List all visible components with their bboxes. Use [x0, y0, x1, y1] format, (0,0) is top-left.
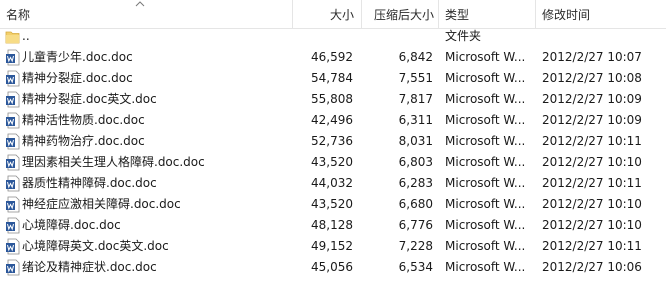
word-document-icon: [6, 49, 20, 66]
file-type: Microsoft W...: [445, 50, 526, 64]
file-type: Microsoft W...: [445, 155, 526, 169]
file-name: 心境障碍英文.doc英文.doc: [22, 239, 169, 253]
file-row[interactable]: 精神活性物质.doc.doc 42,496 6,311 Microsoft W... 2…: [0, 110, 666, 131]
column-header-compressed[interactable]: 压缩后大小: [363, 0, 434, 28]
file-modified: 2012/2/27 10:11: [542, 176, 642, 190]
word-document-icon: [6, 91, 20, 108]
file-type: Microsoft W...: [445, 134, 526, 148]
file-modified: 2012/2/27 10:09: [542, 92, 642, 106]
file-size: 55,808: [311, 92, 353, 106]
file-size: 45,056: [311, 260, 353, 274]
file-compressed-size: 7,228: [398, 239, 433, 253]
word-document-icon: [6, 217, 20, 234]
file-name: 精神活性物质.doc.doc: [22, 113, 145, 127]
file-row[interactable]: 精神分裂症.doc英文.doc 55,808 7,817 Microsoft W...…: [0, 89, 666, 110]
file-name: 绪论及精神症状.doc.doc: [22, 260, 157, 274]
file-modified: 2012/2/27 10:09: [542, 113, 642, 127]
file-modified: 2012/2/27 10:11: [542, 239, 642, 253]
file-type: Microsoft W...: [445, 113, 526, 127]
file-row[interactable]: 儿童青少年.doc.doc 46,592 6,842 Microsoft W... 20…: [0, 47, 666, 68]
file-type: Microsoft W...: [445, 260, 526, 274]
file-row[interactable]: 器质性精神障碍.doc.doc 44,032 6,283 Microsoft W...…: [0, 173, 666, 194]
word-document-icon: [6, 112, 20, 129]
file-size: 44,032: [311, 176, 353, 190]
file-compressed-size: 7,817: [398, 92, 433, 106]
file-row[interactable]: 心境障碍.doc.doc 48,128 6,776 Microsoft W... 201…: [0, 215, 666, 236]
file-size: 42,496: [311, 113, 353, 127]
column-separator[interactable]: [438, 0, 439, 28]
file-type: Microsoft W...: [445, 197, 526, 211]
file-modified: 2012/2/27 10:10: [542, 197, 642, 211]
sort-ascending-icon: [135, 1, 145, 7]
word-document-icon: [6, 175, 20, 192]
file-name: 精神分裂症.doc英文.doc: [22, 92, 157, 106]
column-header-type[interactable]: 类型: [445, 0, 535, 28]
file-compressed-size: 6,311: [398, 113, 433, 127]
word-document-icon: [6, 196, 20, 213]
file-row[interactable]: 心境障碍英文.doc英文.doc 49,152 7,228 Microsoft W..…: [0, 236, 666, 257]
file-name: 精神分裂症.doc.doc: [22, 71, 133, 85]
column-separator[interactable]: [292, 0, 293, 28]
file-modified: 2012/2/27 10:06: [542, 260, 642, 274]
column-header-modified-label: 修改时间: [542, 8, 591, 22]
file-modified: 2012/2/27 10:11: [542, 134, 642, 148]
file-size: 46,592: [311, 50, 353, 64]
file-type: Microsoft W...: [445, 218, 526, 232]
column-header-size[interactable]: 大小: [294, 0, 354, 28]
column-header-size-label: 大小: [329, 8, 354, 22]
file-compressed-size: 6,680: [398, 197, 433, 211]
file-row[interactable]: 神经症应激相关障碍.doc.doc 43,520 6,680 Microsoft W.…: [0, 194, 666, 215]
column-header-name[interactable]: 名称: [6, 0, 286, 28]
file-size: 43,520: [311, 155, 353, 169]
column-header-compressed-label: 压缩后大小: [373, 8, 434, 22]
file-size: 43,520: [311, 197, 353, 211]
column-header-name-label: 名称: [6, 8, 31, 22]
file-name: ..: [22, 29, 30, 43]
file-type: Microsoft W...: [445, 71, 526, 85]
file-name: 神经症应激相关障碍.doc.doc: [22, 197, 181, 211]
file-modified: 2012/2/27 10:10: [542, 155, 642, 169]
file-row[interactable]: 精神分裂症.doc.doc 54,784 7,551 Microsoft W... 20…: [0, 68, 666, 89]
file-row[interactable]: 理因素相关生理人格障碍.doc.doc 43,520 6,803 Microsoft …: [0, 152, 666, 173]
file-modified: 2012/2/27 10:10: [542, 218, 642, 232]
file-name: 器质性精神障碍.doc.doc: [22, 176, 157, 190]
file-row[interactable]: 精神药物治疗.doc.doc 52,736 8,031 Microsoft W... 2…: [0, 131, 666, 152]
file-compressed-size: 6,803: [398, 155, 433, 169]
file-size: 54,784: [311, 71, 353, 85]
file-compressed-size: 6,534: [398, 260, 433, 274]
file-compressed-size: 6,776: [398, 218, 433, 232]
file-compressed-size: 8,031: [398, 134, 433, 148]
file-type: Microsoft W...: [445, 92, 526, 106]
file-modified: 2012/2/27 10:08: [542, 71, 642, 85]
file-name: 心境障碍.doc.doc: [22, 218, 121, 232]
file-name: 精神药物治疗.doc.doc: [22, 134, 145, 148]
word-document-icon: [6, 133, 20, 150]
word-document-icon: [6, 238, 20, 255]
file-type: Microsoft W...: [445, 239, 526, 253]
word-document-icon: [6, 259, 20, 276]
file-compressed-size: 6,283: [398, 176, 433, 190]
column-header-modified[interactable]: 修改时间: [542, 0, 662, 28]
word-document-icon: [6, 154, 20, 171]
folder-icon: [5, 31, 20, 44]
file-size: 49,152: [311, 239, 353, 253]
column-header-bar: 名称 大小 压缩后大小 类型 修改时间: [0, 0, 666, 29]
column-header-type-label: 类型: [445, 8, 470, 22]
file-size: 52,736: [311, 134, 353, 148]
word-document-icon: [6, 70, 20, 87]
file-size: 48,128: [311, 218, 353, 232]
column-separator[interactable]: [535, 0, 536, 28]
file-type: 文件夹: [445, 29, 482, 43]
file-type: Microsoft W...: [445, 176, 526, 190]
parent-folder-row[interactable]: .. 文件夹: [0, 26, 666, 47]
file-modified: 2012/2/27 10:07: [542, 50, 642, 64]
column-separator[interactable]: [361, 0, 362, 28]
file-row[interactable]: 绪论及精神症状.doc.doc 45,056 6,534 Microsoft W...…: [0, 257, 666, 278]
file-compressed-size: 6,842: [398, 50, 433, 64]
file-name: 儿童青少年.doc.doc: [22, 50, 133, 64]
file-compressed-size: 7,551: [398, 71, 433, 85]
file-name: 理因素相关生理人格障碍.doc.doc: [22, 155, 205, 169]
